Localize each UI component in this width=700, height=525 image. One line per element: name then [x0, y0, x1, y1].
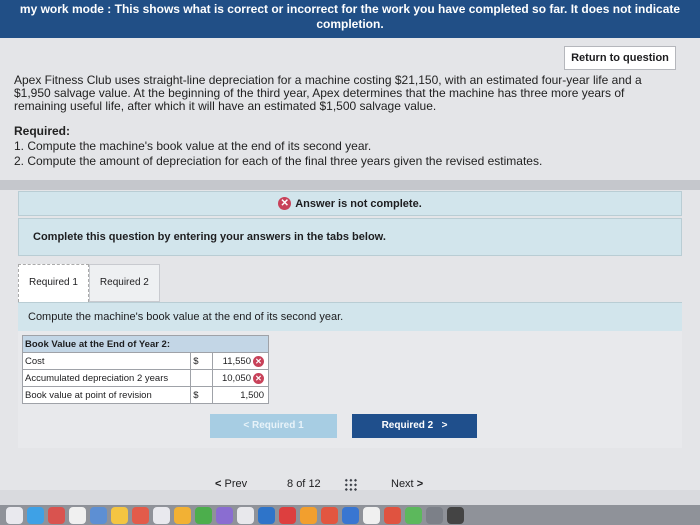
accumulated-depreciation-input[interactable]: 10,050 ✕ [212, 369, 269, 387]
cost-input[interactable]: 11,550 ✕ [212, 352, 269, 370]
incorrect-icon: ✕ [278, 197, 292, 210]
chevron-right-icon: > [416, 478, 424, 490]
row-label: Cost [21, 352, 192, 370]
page-indicator: 8 of 12 [287, 478, 321, 490]
currency-sign [190, 369, 214, 387]
book-value-table: Book Value at the End of Year 2: Cost $ … [21, 335, 269, 404]
required-block: Required: 1. Compute the machine's book … [14, 124, 674, 169]
required-item-2: 2. Compute the amount of depreciation fo… [14, 154, 543, 168]
dock-app-icon[interactable] [6, 506, 23, 524]
table-row: Book value at point of revision $ 1,500 [21, 386, 269, 404]
chevron-left-icon: < [215, 478, 222, 490]
incorrect-icon: ✕ [253, 355, 264, 367]
prev-question-button[interactable]: < Prev [215, 478, 247, 490]
cell-value: 1,500 [240, 389, 264, 401]
row-label: Accumulated depreciation 2 years [21, 369, 192, 387]
chevron-left-icon: < [243, 420, 250, 431]
next-tab-button[interactable]: Required 2 > [352, 414, 477, 438]
incorrect-icon: ✕ [253, 372, 264, 384]
dock-app-icon[interactable] [447, 506, 464, 524]
prev-tab-label: Required 1 [251, 420, 304, 431]
dock-app-icon[interactable] [153, 506, 170, 524]
cell-value: 11,550 [222, 355, 251, 367]
table-header-row: Book Value at the End of Year 2: [22, 335, 269, 353]
instruction-bar: Complete this question by entering your … [18, 218, 682, 256]
required-title: Required: [14, 124, 71, 138]
currency-sign: $ [190, 352, 214, 370]
tab-required-1[interactable]: Required 1 [18, 264, 89, 302]
dock-app-icon[interactable] [216, 506, 233, 524]
macos-dock [0, 505, 700, 525]
dock-app-icon[interactable] [195, 506, 212, 524]
dock-app-icon[interactable] [384, 506, 401, 524]
banner-line-2: completion. [316, 17, 384, 31]
dock-app-icon[interactable] [279, 506, 296, 524]
dock-app-icon[interactable] [90, 506, 107, 524]
book-value-input[interactable]: 1,500 [212, 386, 269, 404]
dock-app-icon[interactable] [405, 506, 422, 524]
currency-sign: $ [190, 386, 214, 404]
table-row: Accumulated depreciation 2 years 10,050 ✕ [21, 369, 269, 387]
next-label: Next [391, 478, 414, 490]
dock-app-icon[interactable] [132, 506, 149, 524]
dock-app-icon[interactable] [300, 506, 317, 524]
cell-value: 10,050 [221, 372, 251, 384]
dock-app-icon[interactable] [363, 506, 380, 524]
dock-app-icon[interactable] [321, 506, 338, 524]
dock-app-icon[interactable] [426, 506, 443, 524]
answer-status-text: Answer is not complete. [295, 197, 422, 210]
tab-required-2[interactable]: Required 2 [88, 264, 160, 302]
prev-label: Prev [224, 478, 248, 490]
dock-app-icon[interactable] [237, 506, 254, 524]
chevron-right-icon: > [441, 420, 448, 431]
dock-app-icon[interactable] [48, 506, 65, 524]
answer-status-bar: ✕ Answer is not complete. [18, 191, 682, 216]
page-total: 12 [308, 478, 321, 490]
next-tab-label: Required 2 [381, 420, 434, 431]
page-current: 8 [287, 478, 294, 490]
dock-app-icon[interactable] [258, 506, 275, 524]
dock-app-icon[interactable] [69, 506, 86, 524]
tab-bar: Required 1 Required 2 [18, 264, 160, 302]
divider-band [0, 180, 700, 190]
question-grid-icon[interactable] [344, 478, 358, 492]
next-question-button[interactable]: Next > [391, 478, 423, 490]
table-header: Book Value at the End of Year 2: [22, 335, 269, 353]
required-item-1: 1. Compute the machine's book value at t… [14, 139, 372, 153]
return-to-question-button[interactable]: Return to question [564, 46, 676, 70]
page-of: of [296, 478, 306, 490]
prev-tab-button[interactable]: < Required 1 [210, 414, 337, 438]
dock-app-icon[interactable] [111, 506, 128, 524]
dock-app-icon[interactable] [27, 506, 44, 524]
question-pager: < Prev 8 of 12 Next > [0, 475, 700, 497]
dock-app-icon[interactable] [342, 506, 359, 524]
banner-line-1: my work mode : This shows what is correc… [19, 2, 681, 16]
row-label: Book value at point of revision [21, 386, 192, 404]
panel-heading: Compute the machine's book value at the … [18, 303, 682, 331]
table-row: Cost $ 11,550 ✕ [21, 352, 269, 370]
problem-statement: Apex Fitness Club uses straight-line dep… [14, 73, 642, 113]
dock-app-icon[interactable] [174, 506, 191, 524]
work-mode-banner: my work mode : This shows what is correc… [0, 0, 700, 38]
